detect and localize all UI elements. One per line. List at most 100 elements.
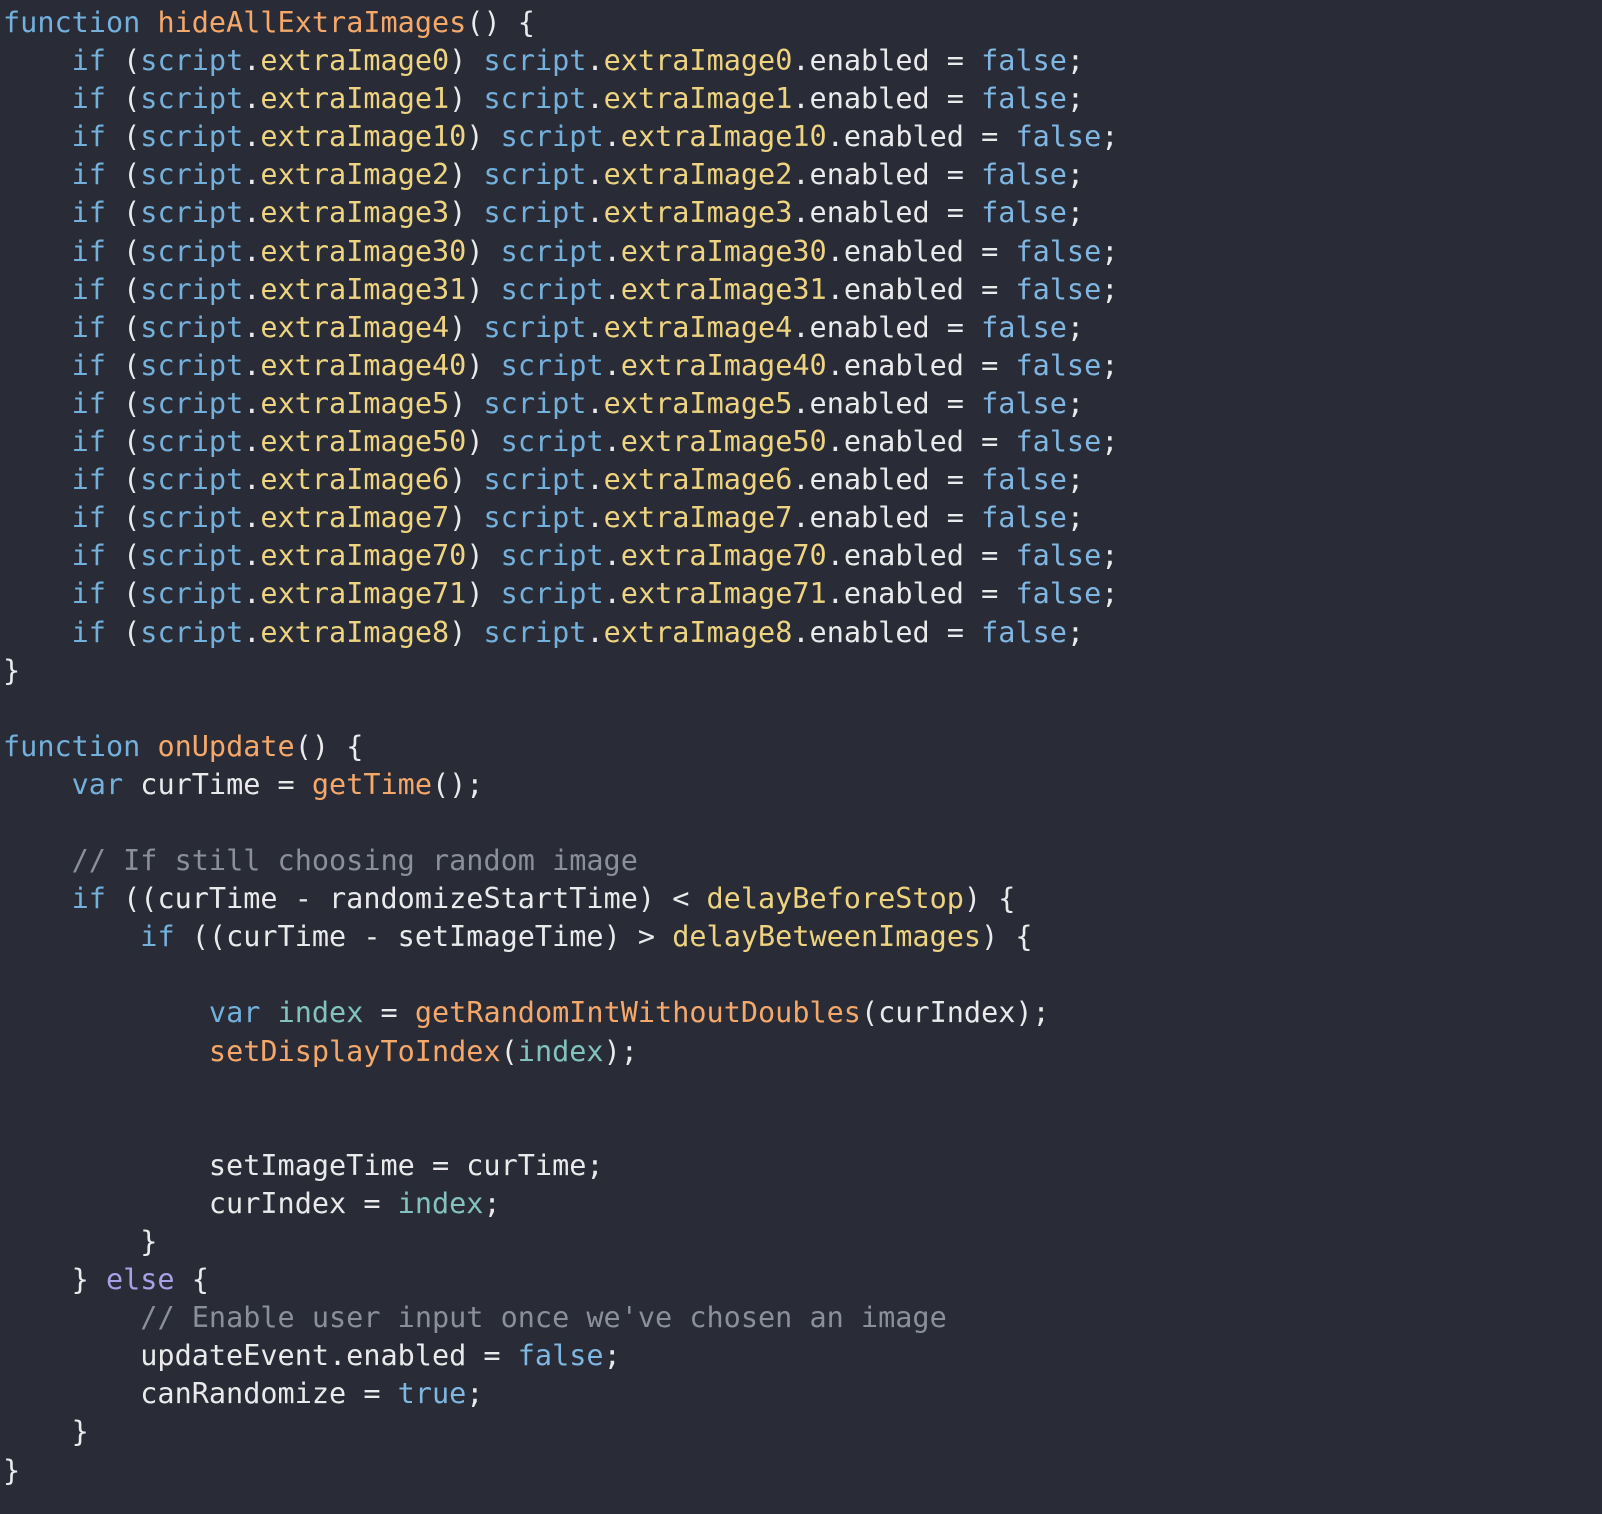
- code-token: script: [483, 386, 587, 420]
- code-token: if: [71, 120, 106, 154]
- code-token: script: [140, 120, 244, 154]
- code-token: false: [1015, 348, 1102, 382]
- code-token: .: [586, 82, 604, 116]
- code-token: var: [208, 996, 261, 1030]
- code-token: if: [71, 577, 106, 611]
- code-line: if (script.extraImage71) script.extraIma…: [3, 575, 1602, 613]
- code-token: ): [466, 234, 501, 268]
- code-token: .enabled =: [792, 158, 982, 192]
- code-token: extraImage40: [260, 348, 467, 382]
- code-line: canRandomize = true;: [3, 1375, 1602, 1413]
- code-text-area[interactable]: function hideAllExtraImages() { if (scri…: [3, 4, 1602, 1490]
- code-token: .: [243, 196, 261, 230]
- code-token: .: [586, 158, 604, 192]
- code-token: script: [483, 82, 587, 116]
- code-token: .: [243, 615, 261, 649]
- code-token: ;: [1066, 463, 1085, 497]
- code-token: .enabled =: [826, 120, 1016, 154]
- code-token: (: [105, 158, 141, 192]
- code-token: extraImage4: [603, 310, 793, 344]
- code-token: .: [243, 158, 261, 192]
- code-token: .enabled =: [792, 310, 982, 344]
- code-token: script: [140, 196, 244, 230]
- code-token: ): [466, 425, 501, 459]
- code-line: function hideAllExtraImages() {: [3, 4, 1602, 42]
- code-token: ): [449, 501, 484, 535]
- code-line: if (script.extraImage50) script.extraIma…: [3, 423, 1602, 461]
- code-token: false: [981, 44, 1067, 78]
- code-token: ;: [1101, 120, 1119, 154]
- code-token: if: [71, 463, 106, 497]
- code-token: ;: [1066, 386, 1085, 420]
- code-line: if (script.extraImage70) script.extraIma…: [3, 537, 1602, 575]
- code-token: var: [71, 767, 124, 801]
- code-token: script: [500, 120, 604, 154]
- code-token: extraImage6: [260, 463, 450, 497]
- code-line: curIndex = index;: [3, 1185, 1602, 1223]
- code-token: if: [71, 44, 106, 78]
- code-editor[interactable]: function hideAllExtraImages() { if (scri…: [0, 0, 1602, 1514]
- code-token: curTime =: [123, 767, 312, 801]
- code-token: .: [243, 310, 261, 344]
- code-token: false: [981, 501, 1067, 535]
- code-line: // Enable user input once we've chosen a…: [3, 1299, 1602, 1337]
- code-token: extraImage4: [260, 310, 450, 344]
- code-token: ;: [1101, 234, 1119, 268]
- code-token: extraImage2: [603, 158, 793, 192]
- code-token: false: [981, 158, 1067, 192]
- code-token: .: [586, 310, 604, 344]
- code-token: .: [243, 348, 261, 382]
- code-token: .: [603, 272, 621, 306]
- code-token: () {: [466, 6, 535, 39]
- code-token: script: [140, 272, 244, 306]
- code-token: false: [1015, 577, 1102, 611]
- code-token: ;: [1101, 425, 1119, 459]
- code-token: ((curTime - randomizeStartTime) <: [105, 882, 707, 916]
- code-token: extraImage1: [603, 82, 793, 116]
- code-line: var index = getRandomIntWithoutDoubles(c…: [3, 994, 1602, 1032]
- code-token: delayBetweenImages: [672, 920, 982, 954]
- code-token: .enabled =: [792, 196, 982, 230]
- code-token: false: [517, 1339, 604, 1373]
- code-token: ();: [431, 767, 484, 801]
- code-token: extraImage50: [620, 425, 827, 459]
- code-token: }: [3, 1225, 158, 1258]
- code-token: .enabled =: [826, 348, 1016, 382]
- code-token: script: [500, 539, 604, 573]
- code-token: if: [71, 196, 106, 230]
- code-token: extraImage1: [260, 82, 450, 116]
- code-token: ): [449, 196, 484, 230]
- code-token: ): [466, 539, 501, 573]
- code-token: script: [483, 310, 587, 344]
- code-token: }: [3, 1415, 89, 1449]
- code-token: ;: [1066, 158, 1085, 192]
- code-token: else: [105, 1263, 175, 1297]
- code-token: ;: [1101, 539, 1119, 573]
- code-token: extraImage5: [603, 386, 793, 420]
- code-token: .enabled =: [792, 386, 982, 420]
- code-token: getTime: [311, 767, 432, 801]
- code-token: (: [105, 272, 141, 306]
- code-token: .: [586, 615, 604, 649]
- code-token: // If still choosing random image: [71, 844, 638, 878]
- code-token: script: [140, 234, 244, 268]
- code-token: script: [483, 615, 587, 649]
- code-token: .: [603, 539, 621, 573]
- code-token: if: [71, 539, 106, 573]
- code-token: script: [483, 158, 587, 192]
- code-token: .enabled =: [826, 539, 1016, 573]
- code-token: setDisplayToIndex: [208, 1034, 501, 1068]
- code-token: false: [1015, 539, 1102, 573]
